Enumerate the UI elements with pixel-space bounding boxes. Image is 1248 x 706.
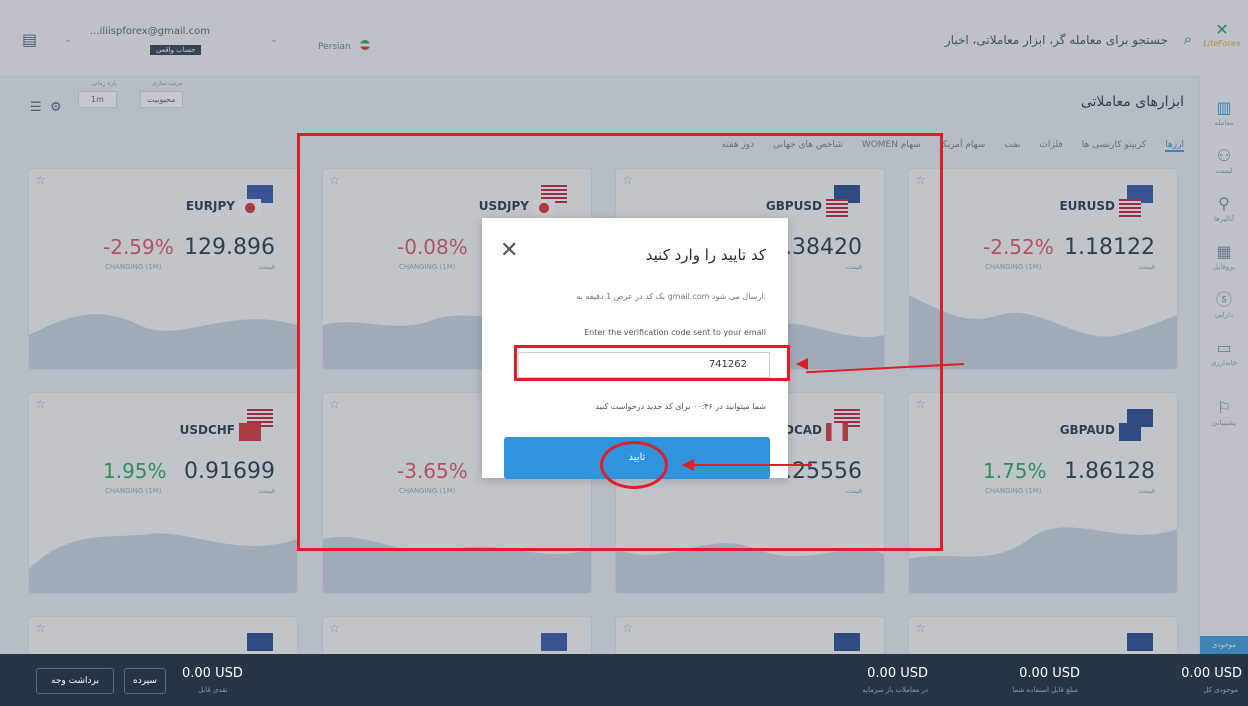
- cash-label: نقدی قابل: [198, 686, 228, 694]
- bottom-balance-bar: 0.00 USD موجودی کل 0.00 USD مبلغ قابل اس…: [0, 654, 1248, 706]
- balance-label: موجودی کل: [1203, 686, 1238, 694]
- annotation-code-rect: [514, 345, 790, 381]
- arrow-head-icon: [796, 358, 808, 370]
- deposit-button[interactable]: سپرده: [124, 668, 166, 694]
- arrow-to-code: [796, 358, 965, 374]
- open-trades-amount: 0.00 USD: [867, 666, 928, 681]
- available-label: مبلغ قابل استفاده شما: [1012, 686, 1078, 694]
- arrow-head-icon: [682, 459, 694, 471]
- arrow-to-button: [682, 459, 812, 471]
- annotation-outer-rect: [297, 133, 943, 551]
- withdraw-button[interactable]: برداشت وجه: [36, 668, 114, 694]
- available-amount: 0.00 USD: [1019, 666, 1080, 681]
- cash-amount: 0.00 USD: [182, 666, 243, 681]
- arrow-line: [692, 464, 812, 466]
- balance-amount: 0.00 USD: [1181, 666, 1242, 681]
- annotation-button-oval: [600, 441, 668, 489]
- open-trades-label: در معاملات باز سرمایه: [862, 686, 928, 694]
